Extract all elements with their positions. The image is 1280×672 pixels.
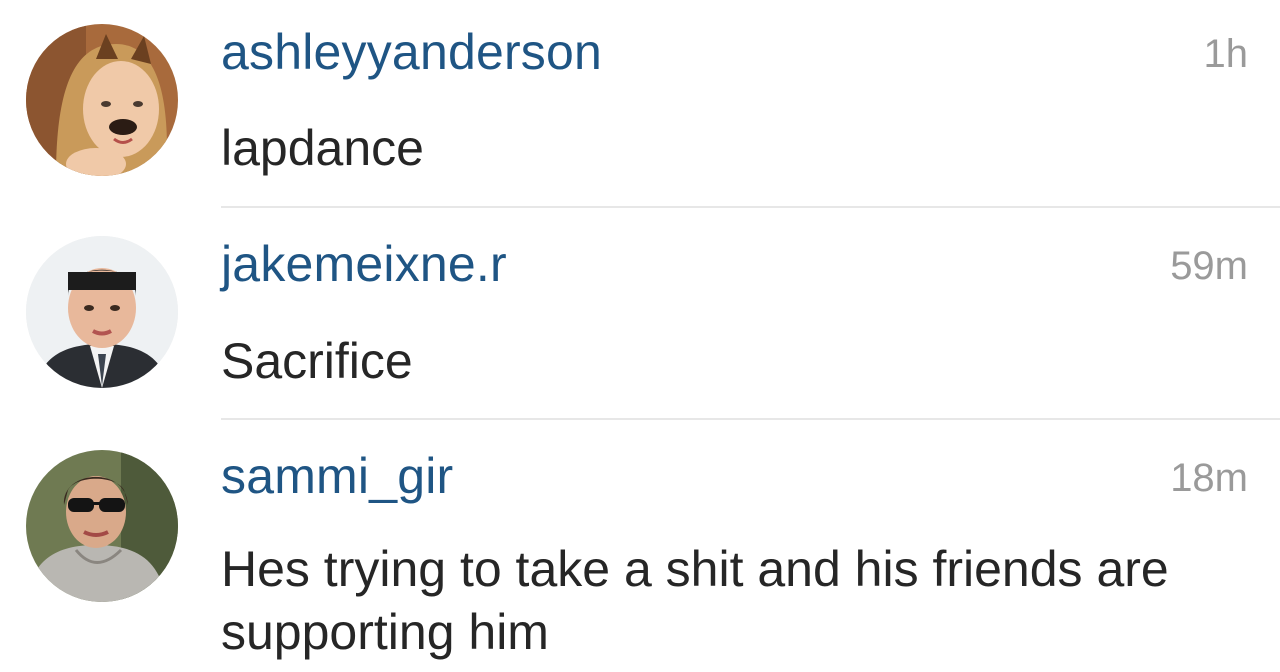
comment-item: sammi_gir 18m Hes trying to take a shit … xyxy=(0,420,1280,672)
avatar[interactable] xyxy=(26,236,178,388)
comment-text: lapdance xyxy=(221,120,424,176)
avatar-photo-icon xyxy=(26,24,178,176)
avatar[interactable] xyxy=(26,24,178,176)
comment-timestamp: 18m xyxy=(1170,456,1248,500)
comment-username[interactable]: ashleyyanderson xyxy=(221,22,602,82)
avatar[interactable] xyxy=(26,450,178,602)
comment-username[interactable]: jakemeixne.r xyxy=(221,234,507,294)
comment-text: Sacrifice xyxy=(221,333,413,389)
avatar-photo-icon xyxy=(26,236,178,388)
comment-item: jakemeixne.r 59m Sacrifice xyxy=(0,208,1280,420)
comment-username[interactable]: sammi_gir xyxy=(221,446,453,506)
comment-timestamp: 1h xyxy=(1203,32,1249,76)
comment-text: Hes trying to take a shit and his friend… xyxy=(221,541,1169,660)
comment-timestamp: 59m xyxy=(1170,244,1248,288)
avatar-photo-icon xyxy=(26,450,178,602)
comment-item: ashleyyanderson 1h lapdance xyxy=(0,0,1280,208)
